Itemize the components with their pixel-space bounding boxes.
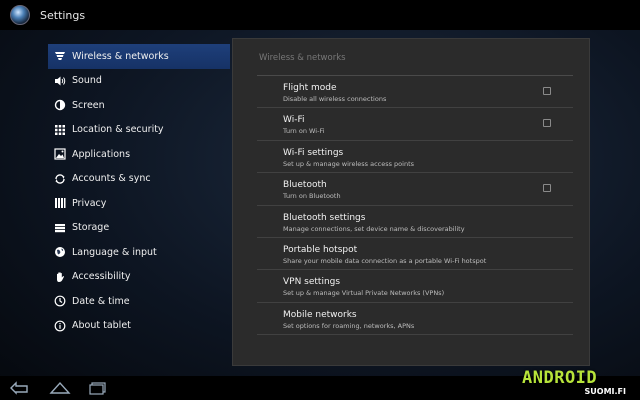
sidebar-item-accessibility[interactable]: Accessibility bbox=[48, 265, 230, 290]
sidebar-item-label: Date & time bbox=[72, 295, 130, 307]
setting-title: VPN settings bbox=[283, 277, 341, 288]
setting-summary: Set options for roaming, networks, APNs bbox=[283, 321, 415, 330]
setting-summary: Turn on Wi-Fi bbox=[283, 127, 325, 136]
setting-summary: Set up & manage Virtual Private Networks… bbox=[283, 289, 445, 298]
sidebar-item-label: Accounts & sync bbox=[72, 173, 151, 185]
sidebar-item-label: Wireless & networks bbox=[72, 50, 169, 62]
wireless-icon bbox=[54, 50, 66, 62]
info-icon bbox=[54, 320, 66, 332]
settings-sidebar: Wireless & networks Sound Screen Locatio… bbox=[48, 44, 230, 338]
storage-icon bbox=[54, 222, 66, 234]
setting-title: Portable hotspot bbox=[283, 244, 358, 255]
sidebar-item-storage[interactable]: Storage bbox=[48, 216, 230, 241]
hand-icon bbox=[54, 271, 66, 283]
setting-bluetooth[interactable]: Bluetooth Turn on Bluetooth bbox=[257, 173, 573, 206]
panel-header: Wireless & networks bbox=[259, 53, 346, 63]
setting-wifi-settings[interactable]: Wi-Fi settings Set up & manage wireless … bbox=[257, 141, 573, 174]
title-bar: Settings bbox=[0, 0, 640, 30]
back-button[interactable] bbox=[9, 380, 31, 396]
bluetooth-checkbox[interactable] bbox=[543, 184, 551, 193]
privacy-icon bbox=[54, 197, 66, 209]
setting-flight-mode[interactable]: Flight mode Disable all wireless connect… bbox=[257, 76, 573, 109]
sidebar-item-label: Screen bbox=[72, 99, 105, 111]
grid-lock-icon bbox=[54, 124, 66, 136]
settings-detail-panel: Wireless & networks Flight mode Disable … bbox=[232, 38, 590, 366]
setting-title: Bluetooth settings bbox=[283, 212, 366, 223]
sidebar-item-language-input[interactable]: Language & input bbox=[48, 240, 230, 265]
settings-list: Flight mode Disable all wireless connect… bbox=[257, 76, 573, 336]
setting-summary: Share your mobile data connection as a p… bbox=[283, 256, 487, 265]
clock-icon bbox=[54, 295, 66, 307]
sidebar-item-label: Language & input bbox=[72, 246, 157, 258]
sidebar-item-label: Privacy bbox=[72, 197, 107, 209]
setting-summary: Disable all wireless connections bbox=[283, 95, 387, 103]
setting-vpn-settings[interactable]: VPN settings Set up & manage Virtual Pri… bbox=[257, 270, 573, 303]
home-button[interactable] bbox=[49, 380, 71, 396]
sidebar-item-wireless-networks[interactable]: Wireless & networks bbox=[48, 44, 230, 69]
sidebar-item-about-tablet[interactable]: About tablet bbox=[48, 314, 230, 339]
watermark-logo: ANDROID bbox=[522, 368, 598, 388]
setting-summary: Turn on Bluetooth bbox=[283, 192, 341, 201]
sidebar-item-label: About tablet bbox=[72, 320, 131, 332]
android-suomi-watermark: ANDROID SUOMI.FI bbox=[522, 368, 632, 398]
sidebar-item-screen[interactable]: Screen bbox=[48, 93, 230, 118]
setting-wifi[interactable]: Wi-Fi Turn on Wi-Fi bbox=[257, 108, 573, 141]
setting-title: Bluetooth bbox=[283, 180, 327, 191]
sidebar-item-privacy[interactable]: Privacy bbox=[48, 191, 230, 216]
sidebar-item-date-time[interactable]: Date & time bbox=[48, 289, 230, 314]
globe-icon bbox=[54, 246, 66, 258]
recent-apps-icon bbox=[89, 382, 106, 395]
brightness-icon bbox=[54, 99, 66, 111]
back-icon bbox=[10, 381, 28, 395]
watermark-subtext: SUOMI.FI bbox=[584, 387, 626, 396]
sidebar-item-label: Storage bbox=[72, 222, 110, 234]
speaker-icon bbox=[54, 75, 66, 87]
sidebar-item-label: Accessibility bbox=[72, 271, 131, 283]
sync-icon bbox=[54, 173, 66, 185]
sidebar-item-label: Applications bbox=[72, 148, 131, 160]
sidebar-item-label: Location & security bbox=[72, 124, 164, 136]
home-icon bbox=[49, 381, 71, 394]
flight-mode-checkbox[interactable] bbox=[543, 87, 551, 95]
setting-title: Flight mode bbox=[283, 83, 337, 93]
setting-summary: Set up & manage wireless access points bbox=[283, 159, 415, 168]
setting-portable-hotspot[interactable]: Portable hotspot Share your mobile data … bbox=[257, 238, 573, 271]
setting-summary: Manage connections, set device name & di… bbox=[283, 224, 465, 233]
recent-apps-button[interactable] bbox=[87, 380, 109, 396]
setting-title: Mobile networks bbox=[283, 309, 357, 320]
setting-bluetooth-settings[interactable]: Bluetooth settings Manage connections, s… bbox=[257, 206, 573, 238]
applications-icon bbox=[54, 148, 66, 160]
setting-title: Wi-Fi settings bbox=[283, 147, 344, 158]
sidebar-item-label: Sound bbox=[72, 75, 102, 87]
wifi-checkbox[interactable] bbox=[543, 119, 551, 128]
sidebar-item-location-security[interactable]: Location & security bbox=[48, 118, 230, 143]
sidebar-item-applications[interactable]: Applications bbox=[48, 142, 230, 167]
app-title: Settings bbox=[40, 8, 86, 22]
settings-app-icon[interactable] bbox=[10, 5, 30, 25]
sidebar-item-accounts-sync[interactable]: Accounts & sync bbox=[48, 167, 230, 192]
sidebar-item-sound[interactable]: Sound bbox=[48, 69, 230, 94]
setting-mobile-networks[interactable]: Mobile networks Set options for roaming,… bbox=[257, 303, 573, 336]
setting-title: Wi-Fi bbox=[283, 115, 305, 126]
